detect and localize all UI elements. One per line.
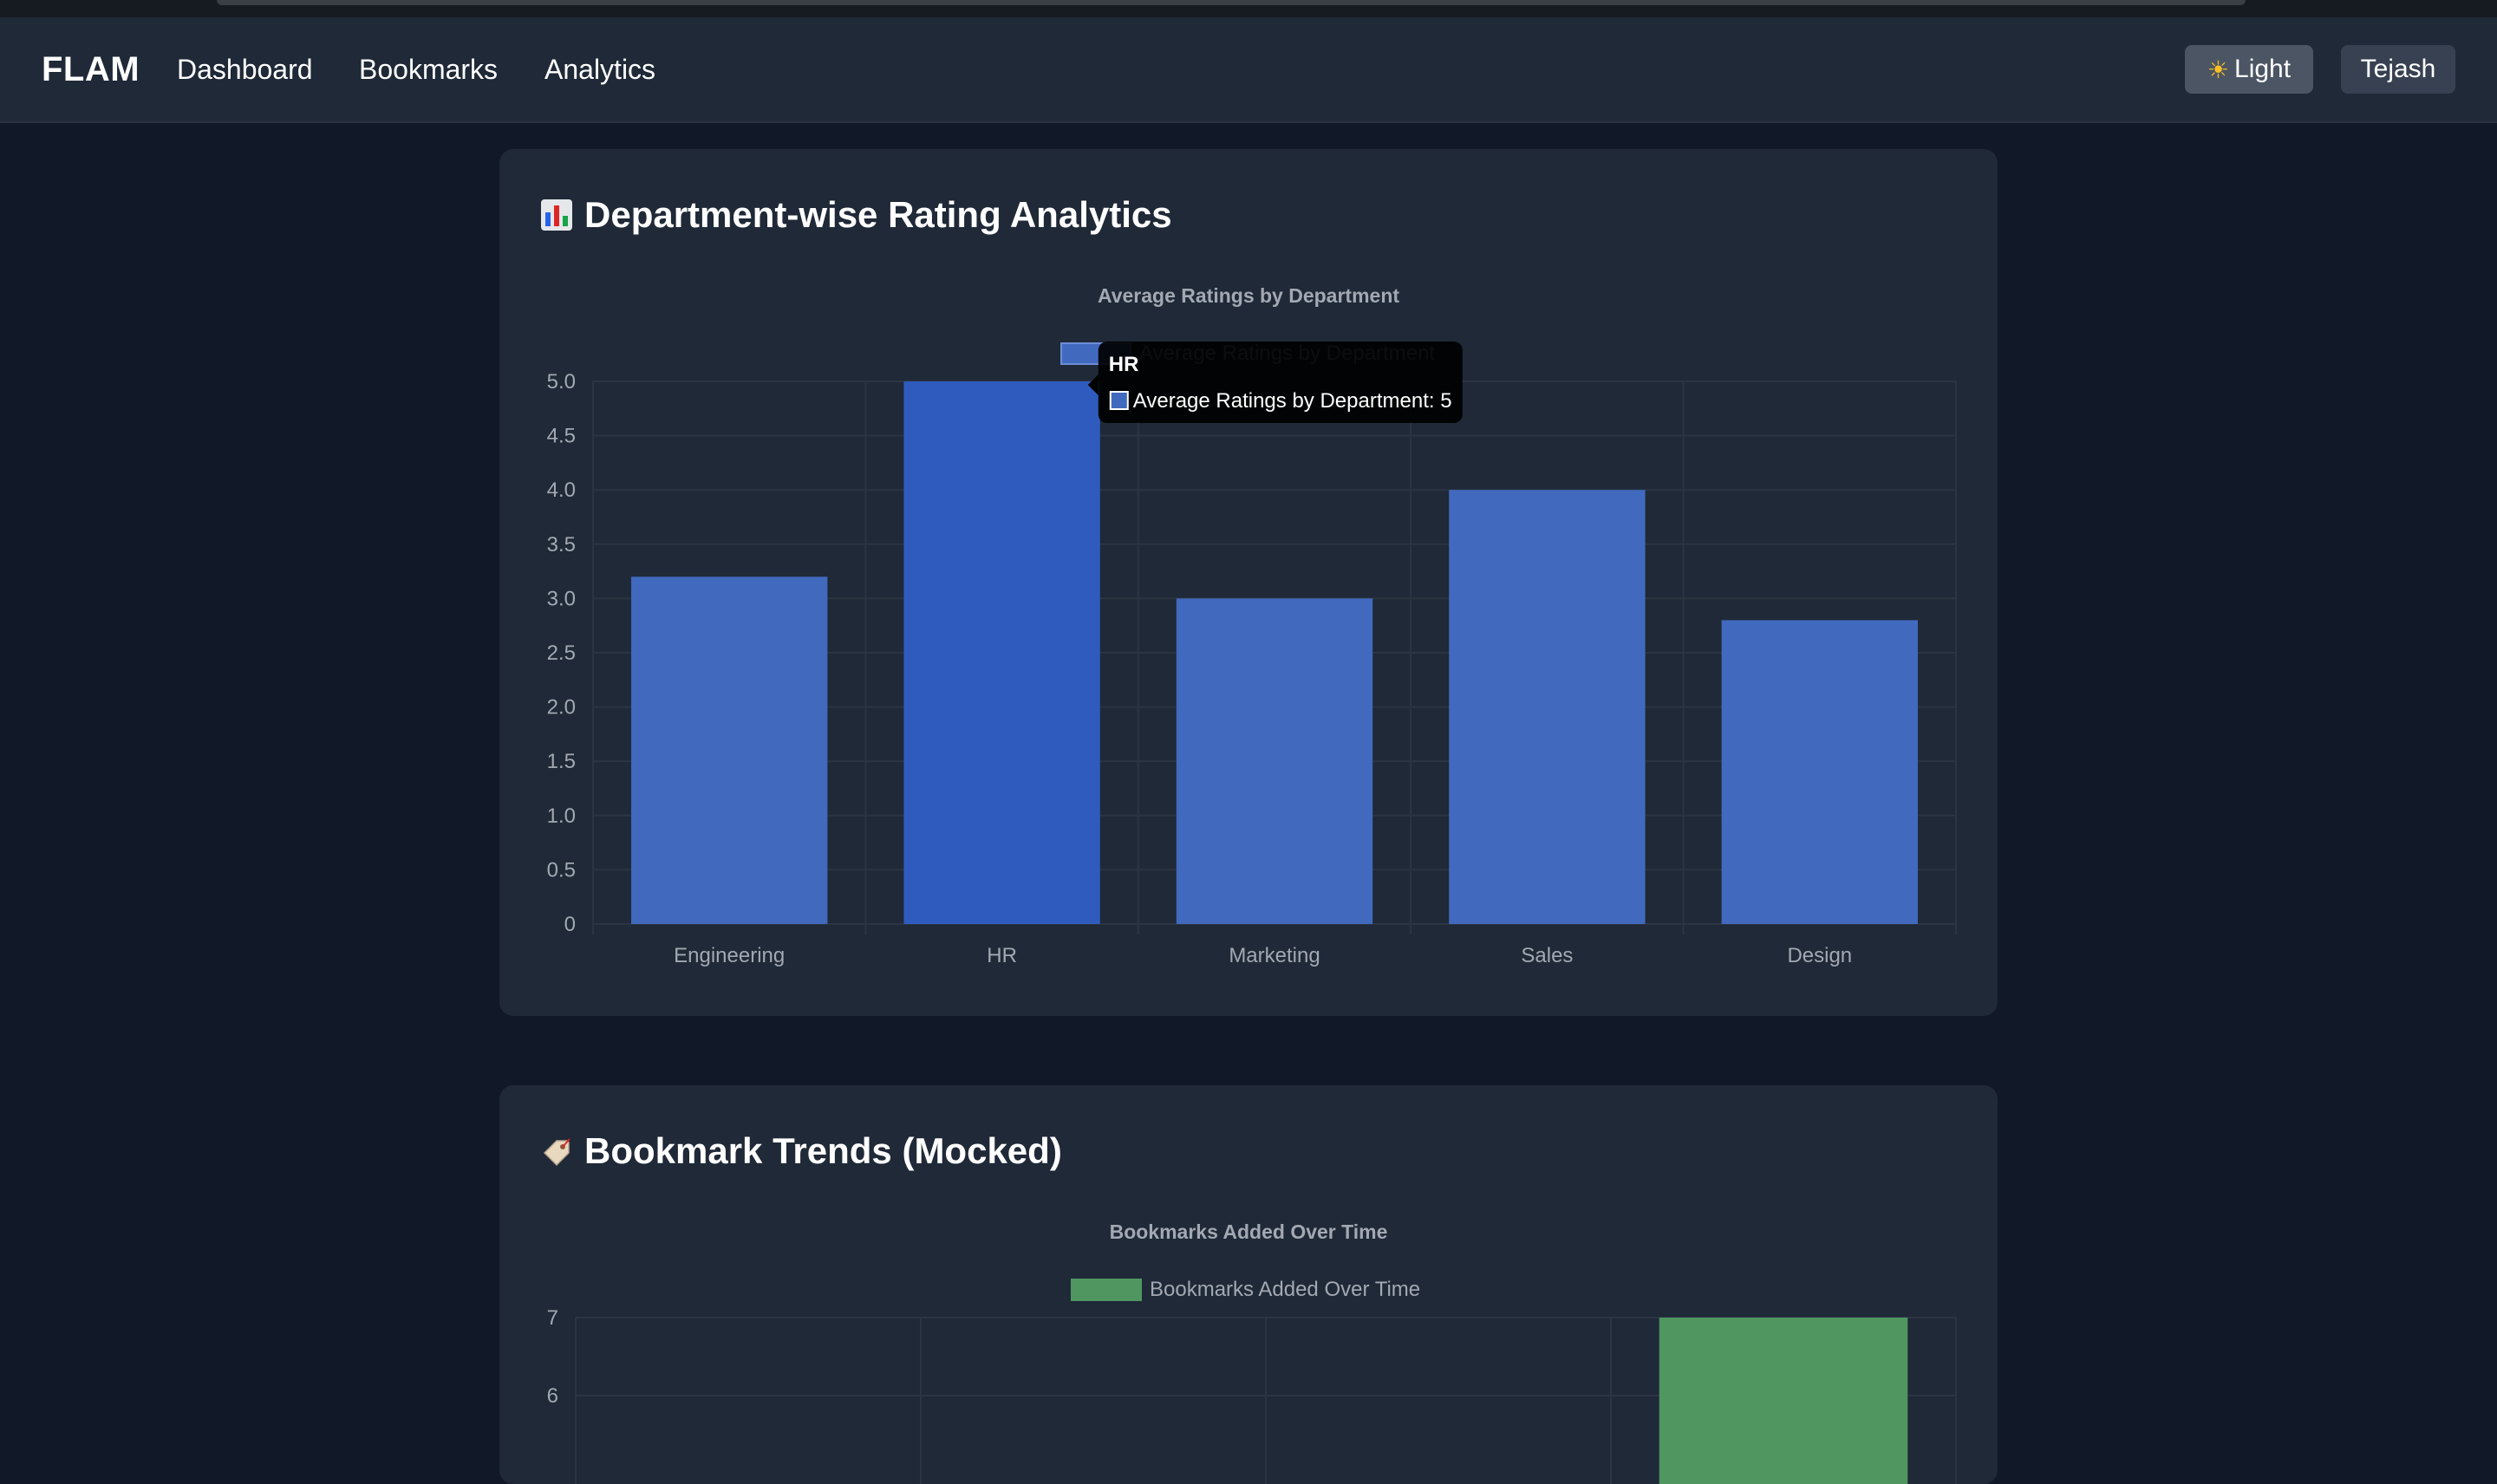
sun-icon: ☀ [2207, 55, 2230, 83]
bar-hr [903, 381, 1100, 924]
y-tick-label: 2.0 [547, 696, 576, 719]
y-tick-label: 0 [564, 913, 576, 936]
theme-toggle-label: Light [2234, 55, 2292, 83]
legend-label: Bookmarks Added Over Time [1150, 1278, 1420, 1301]
x-tick-label: Sales [1521, 944, 1573, 967]
chart-title: Average Ratings by Department [1098, 284, 1399, 307]
y-tick-label: 3.0 [547, 587, 576, 610]
y-tick-label: 0.5 [547, 858, 576, 882]
y-tick-label: 1.0 [547, 804, 576, 828]
bar-design [1721, 620, 1918, 924]
legend-swatch [1071, 1279, 1142, 1301]
browser-address-pill [217, 0, 2246, 5]
bookmarks-bar-chart: Bookmarks Added Over Time Bookmarks Added… [547, 1220, 1957, 1484]
department-ratings-card: Department-wise Rating Analytics Average… [499, 149, 1998, 1016]
tooltip-label: Average Ratings by Department: 5 [1133, 389, 1452, 413]
y-tick-label: 7 [547, 1306, 558, 1330]
y-tick-label: 4.5 [547, 425, 576, 448]
nav-link-analytics[interactable]: Analytics [544, 54, 655, 86]
x-tick-label: HR [987, 944, 1017, 967]
nav-link-bookmarks[interactable]: Bookmarks [359, 54, 498, 86]
x-tick-label: Engineering [674, 944, 785, 967]
chart-title: Bookmarks Added Over Time [1110, 1220, 1388, 1243]
user-menu-button[interactable]: Tejash [2341, 45, 2455, 94]
browser-top-strip [0, 0, 2497, 17]
bar-sales [1449, 490, 1646, 924]
bookmark-trends-card: Bookmark Trends (Mocked) Bookmarks Added… [499, 1085, 1998, 1484]
brand-logo[interactable]: FLAM [42, 50, 140, 89]
y-tick-label: 3.5 [547, 533, 576, 556]
x-tick-label: Marketing [1229, 944, 1320, 967]
y-tick-label: 6 [547, 1384, 558, 1408]
y-tick-label: 1.5 [547, 750, 576, 773]
y-tick-label: 5.0 [547, 370, 576, 394]
x-tick-label: Design [1787, 944, 1852, 967]
y-tick-label: 4.0 [547, 478, 576, 502]
nav-link-dashboard[interactable]: Dashboard [177, 54, 313, 86]
tooltip-title: HR [1109, 353, 1139, 376]
bar-engineering [631, 576, 828, 924]
ratings-bar-chart: Average Ratings by Department Average Rat… [547, 284, 1957, 967]
theme-toggle-button[interactable]: ☀ Light [2185, 45, 2313, 94]
tooltip-swatch [1109, 391, 1129, 410]
y-tick-label: 2.5 [547, 641, 576, 665]
top-navbar: FLAM Dashboard Bookmarks Analytics ☀ Lig… [0, 17, 2497, 123]
bar-marketing [1176, 598, 1373, 924]
bar-bookmarks [1659, 1318, 1908, 1484]
